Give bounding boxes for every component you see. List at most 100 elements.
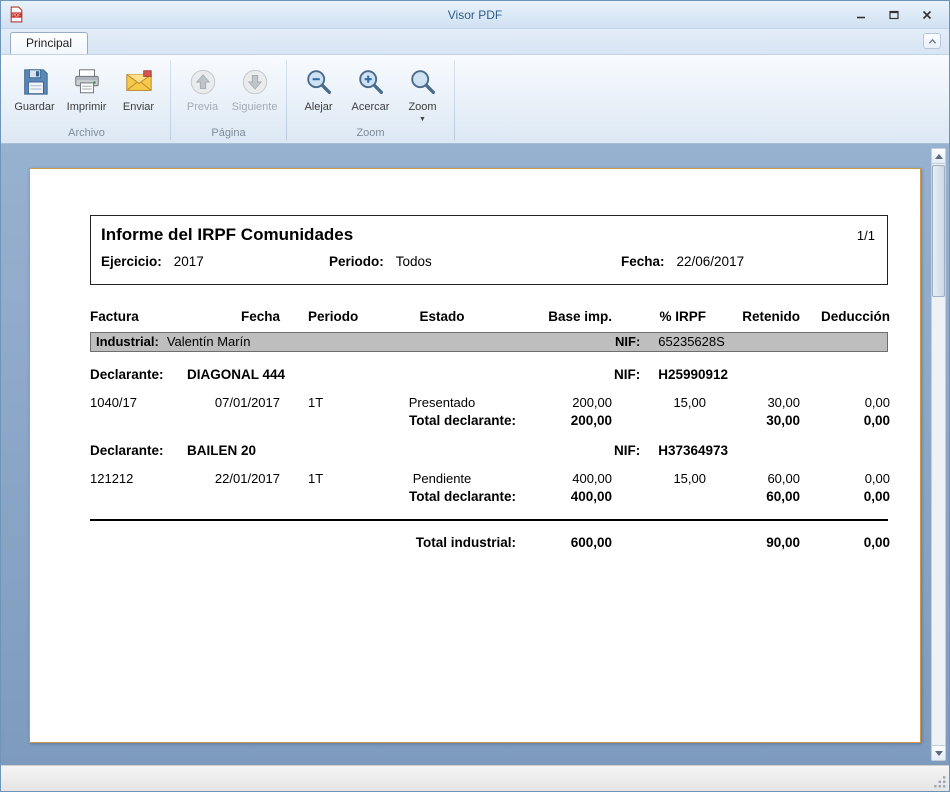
chevron-up-icon — [928, 38, 937, 45]
fecha-value: 22/06/2017 — [677, 254, 745, 269]
nif-label: NIF: — [614, 367, 640, 382]
alejar-label: Alejar — [304, 101, 332, 113]
total-declarante-row: Total declarante: 200,00 30,00 0,00 — [90, 413, 888, 428]
cell-deduccion: 0,00 — [800, 471, 890, 486]
total-retenido: 30,00 — [706, 413, 800, 428]
previa-label: Previa — [187, 101, 218, 113]
chevron-down-icon: ▼ — [419, 117, 426, 123]
industrial-nif: NIF: 65235628S — [615, 333, 725, 351]
acercar-button[interactable]: Acercar — [346, 60, 395, 114]
total-declarante-label: Total declarante: — [90, 413, 516, 428]
alejar-button[interactable]: Alejar — [294, 60, 343, 114]
siguiente-label: Siguiente — [232, 101, 278, 113]
periodo-value: Todos — [396, 254, 432, 269]
nif-value: 65235628S — [658, 334, 725, 349]
imprimir-label: Imprimir — [67, 101, 107, 113]
meta-fecha: Fecha: 22/06/2017 — [621, 254, 744, 269]
scrollbar-thumb[interactable] — [932, 165, 945, 297]
ribbon-group-pagina: Previa Siguiente Página — [173, 57, 284, 143]
collapse-ribbon-button[interactable] — [923, 33, 941, 49]
close-button[interactable] — [920, 8, 933, 21]
total-industrial-row: Total industrial: 600,00 90,00 0,00 — [90, 535, 888, 550]
cell-deduccion: 0,00 — [800, 395, 890, 410]
cell-fecha: 22/01/2017 — [190, 471, 280, 486]
zoom-label: Zoom — [408, 101, 436, 113]
declarante-name: BAILEN 20 — [187, 443, 256, 458]
total-base: 600,00 — [516, 535, 612, 550]
magnifier-icon — [407, 66, 438, 97]
window-controls — [854, 8, 933, 21]
col-fecha: Fecha — [190, 309, 280, 324]
cell-retenido: 60,00 — [706, 471, 800, 486]
pdf-page: Informe del IRPF Comunidades 1/1 Ejercic… — [29, 168, 921, 743]
declarante-label: Declarante: — [90, 443, 164, 458]
fecha-label: Fecha: — [621, 254, 665, 269]
imprimir-button[interactable]: Imprimir — [62, 60, 111, 114]
enviar-button[interactable]: Enviar — [114, 60, 163, 114]
tab-principal[interactable]: Principal — [10, 32, 88, 54]
industrial-name: Valentín Marín — [167, 334, 251, 349]
declarante-row: Declarante: BAILEN 20 NIF:H37364973 — [90, 443, 888, 460]
ejercicio-label: Ejercicio: — [101, 254, 162, 269]
arrow-down-icon — [935, 751, 943, 756]
window-title: Visor PDF — [1, 8, 949, 22]
nif-value: H37364973 — [658, 443, 728, 458]
arrow-up-circle-icon — [187, 66, 218, 97]
ribbon-separator — [454, 60, 455, 140]
titlebar[interactable]: PDF Visor PDF — [1, 1, 949, 29]
total-base: 400,00 — [516, 489, 612, 504]
col-estado: Estado — [368, 309, 516, 324]
cell-factura: 121212 — [90, 471, 190, 486]
status-bar — [1, 765, 949, 791]
document-viewport[interactable]: Informe del IRPF Comunidades 1/1 Ejercic… — [1, 144, 949, 765]
maximize-button[interactable] — [887, 8, 900, 21]
group-label-archivo: Archivo — [10, 125, 163, 143]
ribbon-group-archivo: Guardar Imprimir — [5, 57, 168, 143]
nif-label: NIF: — [615, 334, 640, 349]
cell-periodo: 1T — [280, 395, 368, 410]
zoom-in-icon — [355, 66, 386, 97]
cell-estado: Presentado — [368, 395, 516, 410]
vertical-scrollbar[interactable] — [931, 148, 946, 761]
col-retenido: Retenido — [706, 309, 800, 324]
visor-pdf-window: PDF Visor PDF Principal — [0, 0, 950, 792]
group-label-pagina: Página — [178, 125, 279, 143]
cell-irpf: 15,00 — [612, 395, 706, 410]
meta-ejercicio: Ejercicio: 2017 — [101, 254, 204, 269]
guardar-button[interactable]: Guardar — [10, 60, 59, 114]
total-retenido: 90,00 — [706, 535, 800, 550]
save-icon — [19, 66, 50, 97]
total-industrial-label: Total industrial: — [90, 535, 516, 550]
col-periodo: Periodo — [280, 309, 368, 324]
col-irpf: % IRPF — [612, 309, 706, 324]
scroll-down-button[interactable] — [932, 745, 945, 760]
industrial-label: Industrial: — [96, 334, 159, 349]
declarante-row: Declarante: DIAGONAL 444 NIF:H25990912 — [90, 367, 888, 384]
ejercicio-value: 2017 — [174, 254, 204, 269]
resize-grip[interactable] — [933, 775, 947, 789]
group-label-zoom: Zoom — [294, 125, 447, 143]
siguiente-button: Siguiente — [230, 60, 279, 114]
cell-periodo: 1T — [280, 471, 368, 486]
report-header-box: Informe del IRPF Comunidades 1/1 Ejercic… — [90, 215, 888, 285]
cell-factura: 1040/17 — [90, 395, 190, 410]
total-deduccion: 0,00 — [800, 413, 890, 428]
total-retenido: 60,00 — [706, 489, 800, 504]
scroll-up-button[interactable] — [932, 149, 945, 164]
ribbon-tab-row: Principal — [1, 29, 949, 54]
cell-irpf: 15,00 — [612, 471, 706, 486]
minimize-button[interactable] — [854, 8, 867, 21]
cell-base: 200,00 — [516, 395, 612, 410]
nif-value: H25990912 — [658, 367, 728, 382]
report-meta: Ejercicio:2017 Periodo:Todos Fecha:22/06… — [101, 254, 875, 276]
total-base: 200,00 — [516, 413, 612, 428]
total-deduccion: 0,00 — [800, 535, 890, 550]
declarante-nif: NIF:H37364973 — [614, 443, 728, 458]
report-title: Informe del IRPF Comunidades — [101, 225, 353, 245]
total-deduccion: 0,00 — [800, 489, 890, 504]
col-base-imp: Base imp. — [516, 309, 612, 324]
cell-retenido: 30,00 — [706, 395, 800, 410]
printer-icon — [71, 66, 102, 97]
zoom-dropdown-button[interactable]: Zoom ▼ — [398, 60, 447, 124]
ribbon-group-zoom: Alejar Acercar — [289, 57, 452, 143]
